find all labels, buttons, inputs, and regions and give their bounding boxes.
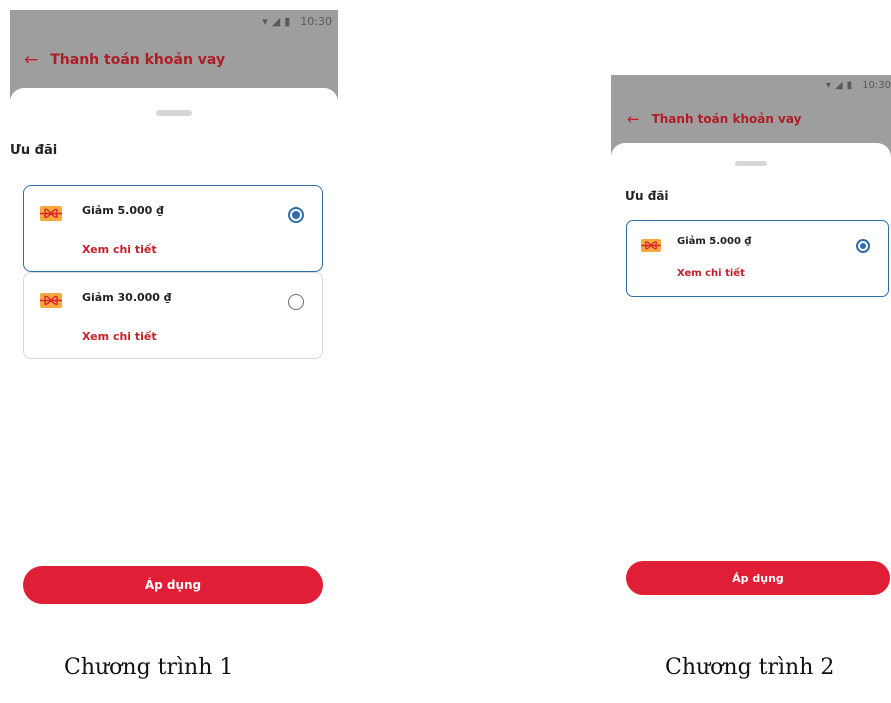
offer-details-link[interactable]: Xem chi tiết xyxy=(82,330,157,343)
offer-details-link[interactable]: Xem chi tiết xyxy=(677,268,745,279)
voucher-ribbon-icon xyxy=(40,206,62,221)
caption-program-1: Chương trình 1 xyxy=(64,655,234,680)
offer-title: Giảm 30.000 ₫ xyxy=(82,291,172,304)
voucher-ribbon-icon xyxy=(40,293,62,308)
apply-button[interactable]: Áp dụng xyxy=(23,566,323,604)
wifi-icon: ▾ xyxy=(825,80,835,91)
page-title: Thanh toán khoản vay xyxy=(50,52,226,68)
sheet-drag-handle[interactable] xyxy=(735,161,767,166)
screen-2: ▾◢▮ 10:30 ← Thanh toán khoản vay Ưu đãi … xyxy=(611,75,891,615)
offer-details-link[interactable]: Xem chi tiết xyxy=(82,243,157,256)
status-bar: ▾◢▮ 10:30 xyxy=(10,10,338,34)
offer-card-5000[interactable]: Giảm 5.000 ₫ Xem chi tiết xyxy=(23,185,323,272)
battery-icon: ▮ xyxy=(284,15,295,28)
caption-program-2: Chương trình 2 xyxy=(665,655,835,680)
signal-icon: ◢ xyxy=(834,80,847,91)
apply-button[interactable]: Áp dụng xyxy=(626,561,890,595)
offer-title: Giảm 5.000 ₫ xyxy=(677,236,752,247)
offers-heading: Ưu đãi xyxy=(625,189,669,203)
status-time: 10:30 xyxy=(862,80,891,91)
arrow-left-icon[interactable]: ← xyxy=(627,110,640,128)
offer-title: Giảm 5.000 ₫ xyxy=(82,204,164,217)
offers-heading: Ưu đãi xyxy=(10,143,58,158)
offers-bottom-sheet: Ưu đãi Giảm 5.000 ₫ Xem chi tiết Áp dụng xyxy=(611,143,891,615)
offer-radio-unselected[interactable] xyxy=(288,294,304,310)
voucher-ribbon-icon xyxy=(641,239,661,252)
app-bar: ← Thanh toán khoản vay xyxy=(611,101,891,137)
arrow-left-icon[interactable]: ← xyxy=(24,50,38,70)
status-time: 10:30 xyxy=(300,15,332,28)
offers-bottom-sheet: Ưu đãi Giảm 5.000 ₫ Xem chi tiết Giảm 30… xyxy=(10,88,338,630)
signal-icon: ◢ xyxy=(271,15,285,28)
offer-radio-selected[interactable] xyxy=(288,207,304,223)
offer-radio-selected[interactable] xyxy=(856,239,870,253)
offer-card-5000[interactable]: Giảm 5.000 ₫ Xem chi tiết xyxy=(626,220,889,297)
wifi-icon: ▾ xyxy=(262,15,272,28)
page-title: Thanh toán khoản vay xyxy=(651,112,802,126)
app-bar: ← Thanh toán khoản vay xyxy=(10,40,338,80)
battery-icon: ▮ xyxy=(846,80,857,91)
screen-1: ▾◢▮ 10:30 ← Thanh toán khoản vay Ưu đãi … xyxy=(10,10,338,630)
status-bar: ▾◢▮ 10:30 xyxy=(611,75,891,97)
offer-card-30000[interactable]: Giảm 30.000 ₫ Xem chi tiết xyxy=(23,272,323,359)
sheet-drag-handle[interactable] xyxy=(156,110,192,116)
